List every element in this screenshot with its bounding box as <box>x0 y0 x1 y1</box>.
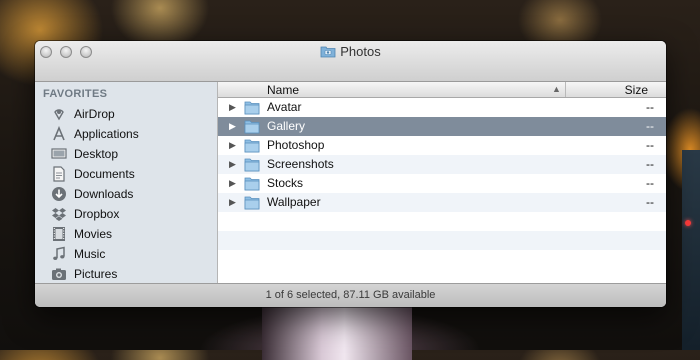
column-header-name[interactable]: Name <box>267 83 299 97</box>
applications-icon <box>53 126 65 141</box>
sidebar-item-label: Desktop <box>74 147 119 161</box>
list-item[interactable]: ▶ Stocks -- <box>218 174 666 193</box>
sidebar-item-airdrop[interactable]: AirDrop <box>51 104 211 124</box>
dropbox-icon <box>52 208 66 221</box>
rows-container: ▶ Avatar -- ▶ Gallery -- ▶ Photoshop -- … <box>218 98 666 269</box>
movies-icon <box>53 227 65 241</box>
sidebar-item-documents[interactable]: Documents <box>51 164 211 184</box>
disclosure-triangle-icon[interactable]: ▶ <box>229 117 236 136</box>
background-pedestal <box>262 300 412 360</box>
status-text: 1 of 6 selected, 87.11 GB available <box>265 289 436 301</box>
file-size: -- <box>646 195 654 209</box>
disclosure-triangle-icon[interactable]: ▶ <box>229 136 236 155</box>
file-size: -- <box>646 157 654 171</box>
background-device <box>682 150 700 350</box>
column-header-size[interactable]: Size <box>625 83 648 97</box>
sidebar-item-dropbox[interactable]: Dropbox <box>51 204 211 224</box>
folder-icon <box>244 158 260 172</box>
file-size: -- <box>646 138 654 152</box>
sidebar-item-label: Movies <box>74 227 113 241</box>
empty-row <box>218 250 666 269</box>
sort-arrow-icon: ▲ <box>552 84 561 94</box>
list-item[interactable]: ▶ Avatar -- <box>218 98 666 117</box>
folder-icon <box>244 101 260 115</box>
list-item[interactable]: ▶ Photoshop -- <box>218 136 666 155</box>
column-header: Name ▲ Size <box>218 82 666 98</box>
file-list: Name ▲ Size ▶ Avatar -- ▶ Gallery -- ▶ P… <box>218 82 666 283</box>
file-name: Gallery <box>267 119 306 133</box>
file-name: Wallpaper <box>267 195 321 209</box>
folder-icon <box>244 120 260 134</box>
disclosure-triangle-icon[interactable]: ▶ <box>229 98 236 117</box>
status-bar: 1 of 6 selected, 87.11 GB available <box>35 283 666 307</box>
file-size: -- <box>646 100 654 114</box>
documents-icon <box>53 166 65 182</box>
empty-row <box>218 212 666 231</box>
title-bar[interactable]: Photos <box>35 41 666 82</box>
folder-icon <box>244 139 260 153</box>
disclosure-triangle-icon[interactable]: ▶ <box>229 193 236 212</box>
file-size: -- <box>646 119 654 133</box>
file-name: Stocks <box>267 176 304 190</box>
sidebar-item-label: Downloads <box>74 187 134 201</box>
finder-window: Photos FAVORITES AirDrop Applications De… <box>35 41 666 307</box>
window-title-text: Photos <box>340 44 381 59</box>
disclosure-triangle-icon[interactable]: ▶ <box>229 155 236 174</box>
file-name: Screenshots <box>267 157 334 171</box>
sidebar-item-label: Applications <box>74 127 139 141</box>
sidebar-item-label: Pictures <box>74 267 118 281</box>
list-item[interactable]: ▶ Wallpaper -- <box>218 193 666 212</box>
folder-icon <box>320 46 336 58</box>
window-title: Photos <box>35 44 666 60</box>
disclosure-triangle-icon[interactable]: ▶ <box>229 174 236 193</box>
list-item[interactable]: ▶ Screenshots -- <box>218 155 666 174</box>
file-name: Photoshop <box>267 138 325 152</box>
file-size: -- <box>646 176 654 190</box>
sidebar-item-movies[interactable]: Movies <box>51 224 211 244</box>
sidebar-item-pictures[interactable]: Pictures <box>51 264 211 284</box>
sidebar-item-label: Documents <box>74 167 135 181</box>
sidebar-item-downloads[interactable]: Downloads <box>51 184 211 204</box>
downloads-icon <box>52 187 66 201</box>
pictures-icon <box>52 268 66 280</box>
sidebar: FAVORITES AirDrop Applications Desktop D… <box>35 82 218 283</box>
sidebar-item-desktop[interactable]: Desktop <box>51 144 211 164</box>
sidebar-section-header: FAVORITES <box>43 88 108 100</box>
airdrop-icon <box>54 109 64 121</box>
desktop-icon <box>51 148 67 159</box>
sidebar-item-label: Dropbox <box>74 207 120 221</box>
list-item-selected[interactable]: ▶ Gallery -- <box>218 117 666 136</box>
empty-row <box>218 231 666 250</box>
column-divider[interactable] <box>565 82 566 97</box>
sidebar-item-label: AirDrop <box>74 107 115 121</box>
sidebar-item-music[interactable]: Music <box>51 244 211 264</box>
folder-icon <box>244 177 260 191</box>
file-name: Avatar <box>267 100 302 114</box>
sidebar-item-label: Music <box>74 247 106 261</box>
folder-icon <box>244 196 260 210</box>
sidebar-item-applications[interactable]: Applications <box>51 124 211 144</box>
music-icon <box>53 246 65 260</box>
led-light <box>685 220 691 226</box>
